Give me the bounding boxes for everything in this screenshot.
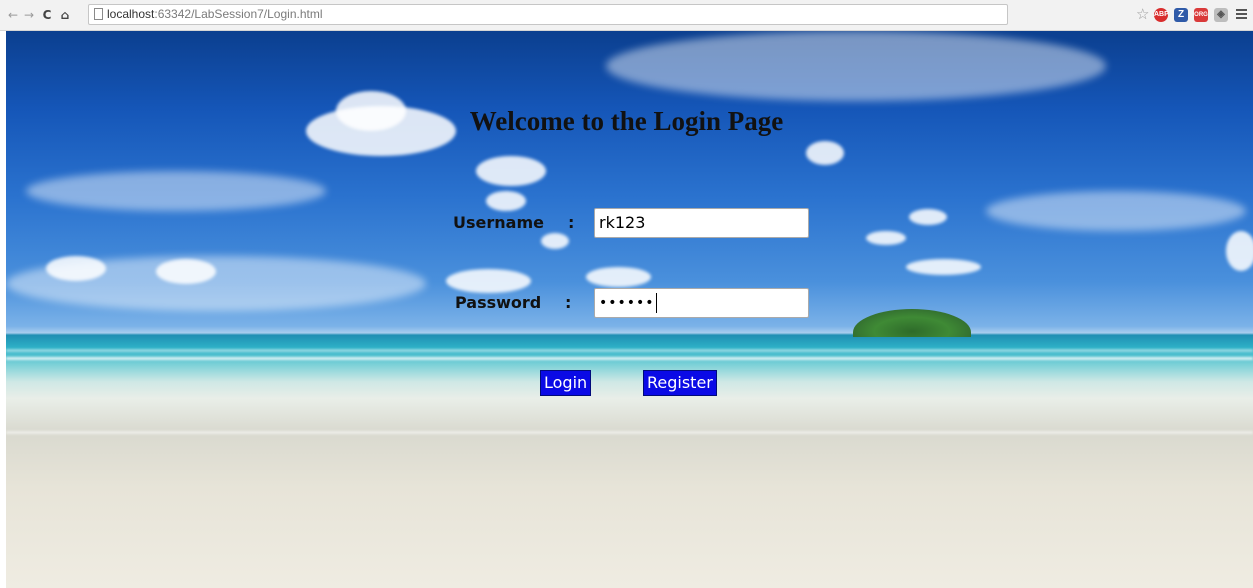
cloud [156, 259, 216, 284]
reload-icon[interactable]: C [40, 7, 54, 23]
back-arrow-icon[interactable]: ← [6, 7, 20, 23]
cloud [46, 256, 106, 281]
username-value: rk123 [599, 213, 646, 232]
cloud [476, 156, 546, 186]
cloud [26, 171, 326, 211]
url-text: localhost:63342/LabSession7/Login.html [107, 7, 323, 21]
page-icon [94, 8, 103, 20]
forward-arrow-icon[interactable]: → [22, 7, 36, 23]
login-button[interactable]: Login [540, 370, 592, 396]
cloud [606, 31, 1106, 101]
cloud [806, 141, 844, 165]
puzzle-icon[interactable]: ◈ [1214, 8, 1228, 22]
password-colon: : [565, 293, 572, 312]
bookmark-star-icon[interactable]: ☆ [1136, 5, 1149, 23]
surf-line [6, 349, 1253, 352]
cloud [541, 233, 569, 249]
password-value: •••••• [599, 295, 655, 311]
page-title: Welcome to the Login Page [469, 106, 784, 136]
cloud [909, 209, 947, 225]
surf-line [6, 357, 1253, 360]
register-button[interactable]: Register [643, 370, 717, 396]
extension-icon[interactable]: ORG [1194, 8, 1208, 22]
cloud [866, 231, 906, 245]
menu-icon[interactable] [1236, 9, 1247, 19]
username-colon: : [568, 213, 575, 232]
username-input[interactable]: rk123 [594, 208, 809, 238]
cloud [586, 267, 651, 287]
cloud [486, 191, 526, 211]
text-caret [655, 293, 657, 313]
cloud [906, 259, 981, 275]
adblock-icon[interactable]: ABP [1154, 8, 1169, 22]
surf-line [6, 431, 1253, 434]
cloud [446, 269, 531, 293]
island [853, 309, 971, 337]
password-input[interactable]: •••••• [594, 288, 809, 318]
home-icon[interactable]: ⌂ [58, 7, 72, 23]
address-bar[interactable]: localhost:63342/LabSession7/Login.html [88, 4, 1008, 25]
username-label: Username [453, 213, 544, 232]
zotero-icon[interactable]: Z [1174, 8, 1188, 22]
password-label: Password [455, 293, 542, 312]
cloud [986, 191, 1246, 231]
cloud [1226, 231, 1253, 271]
browser-toolbar: ← → C ⌂ localhost:63342/LabSession7/Logi… [0, 0, 1253, 31]
